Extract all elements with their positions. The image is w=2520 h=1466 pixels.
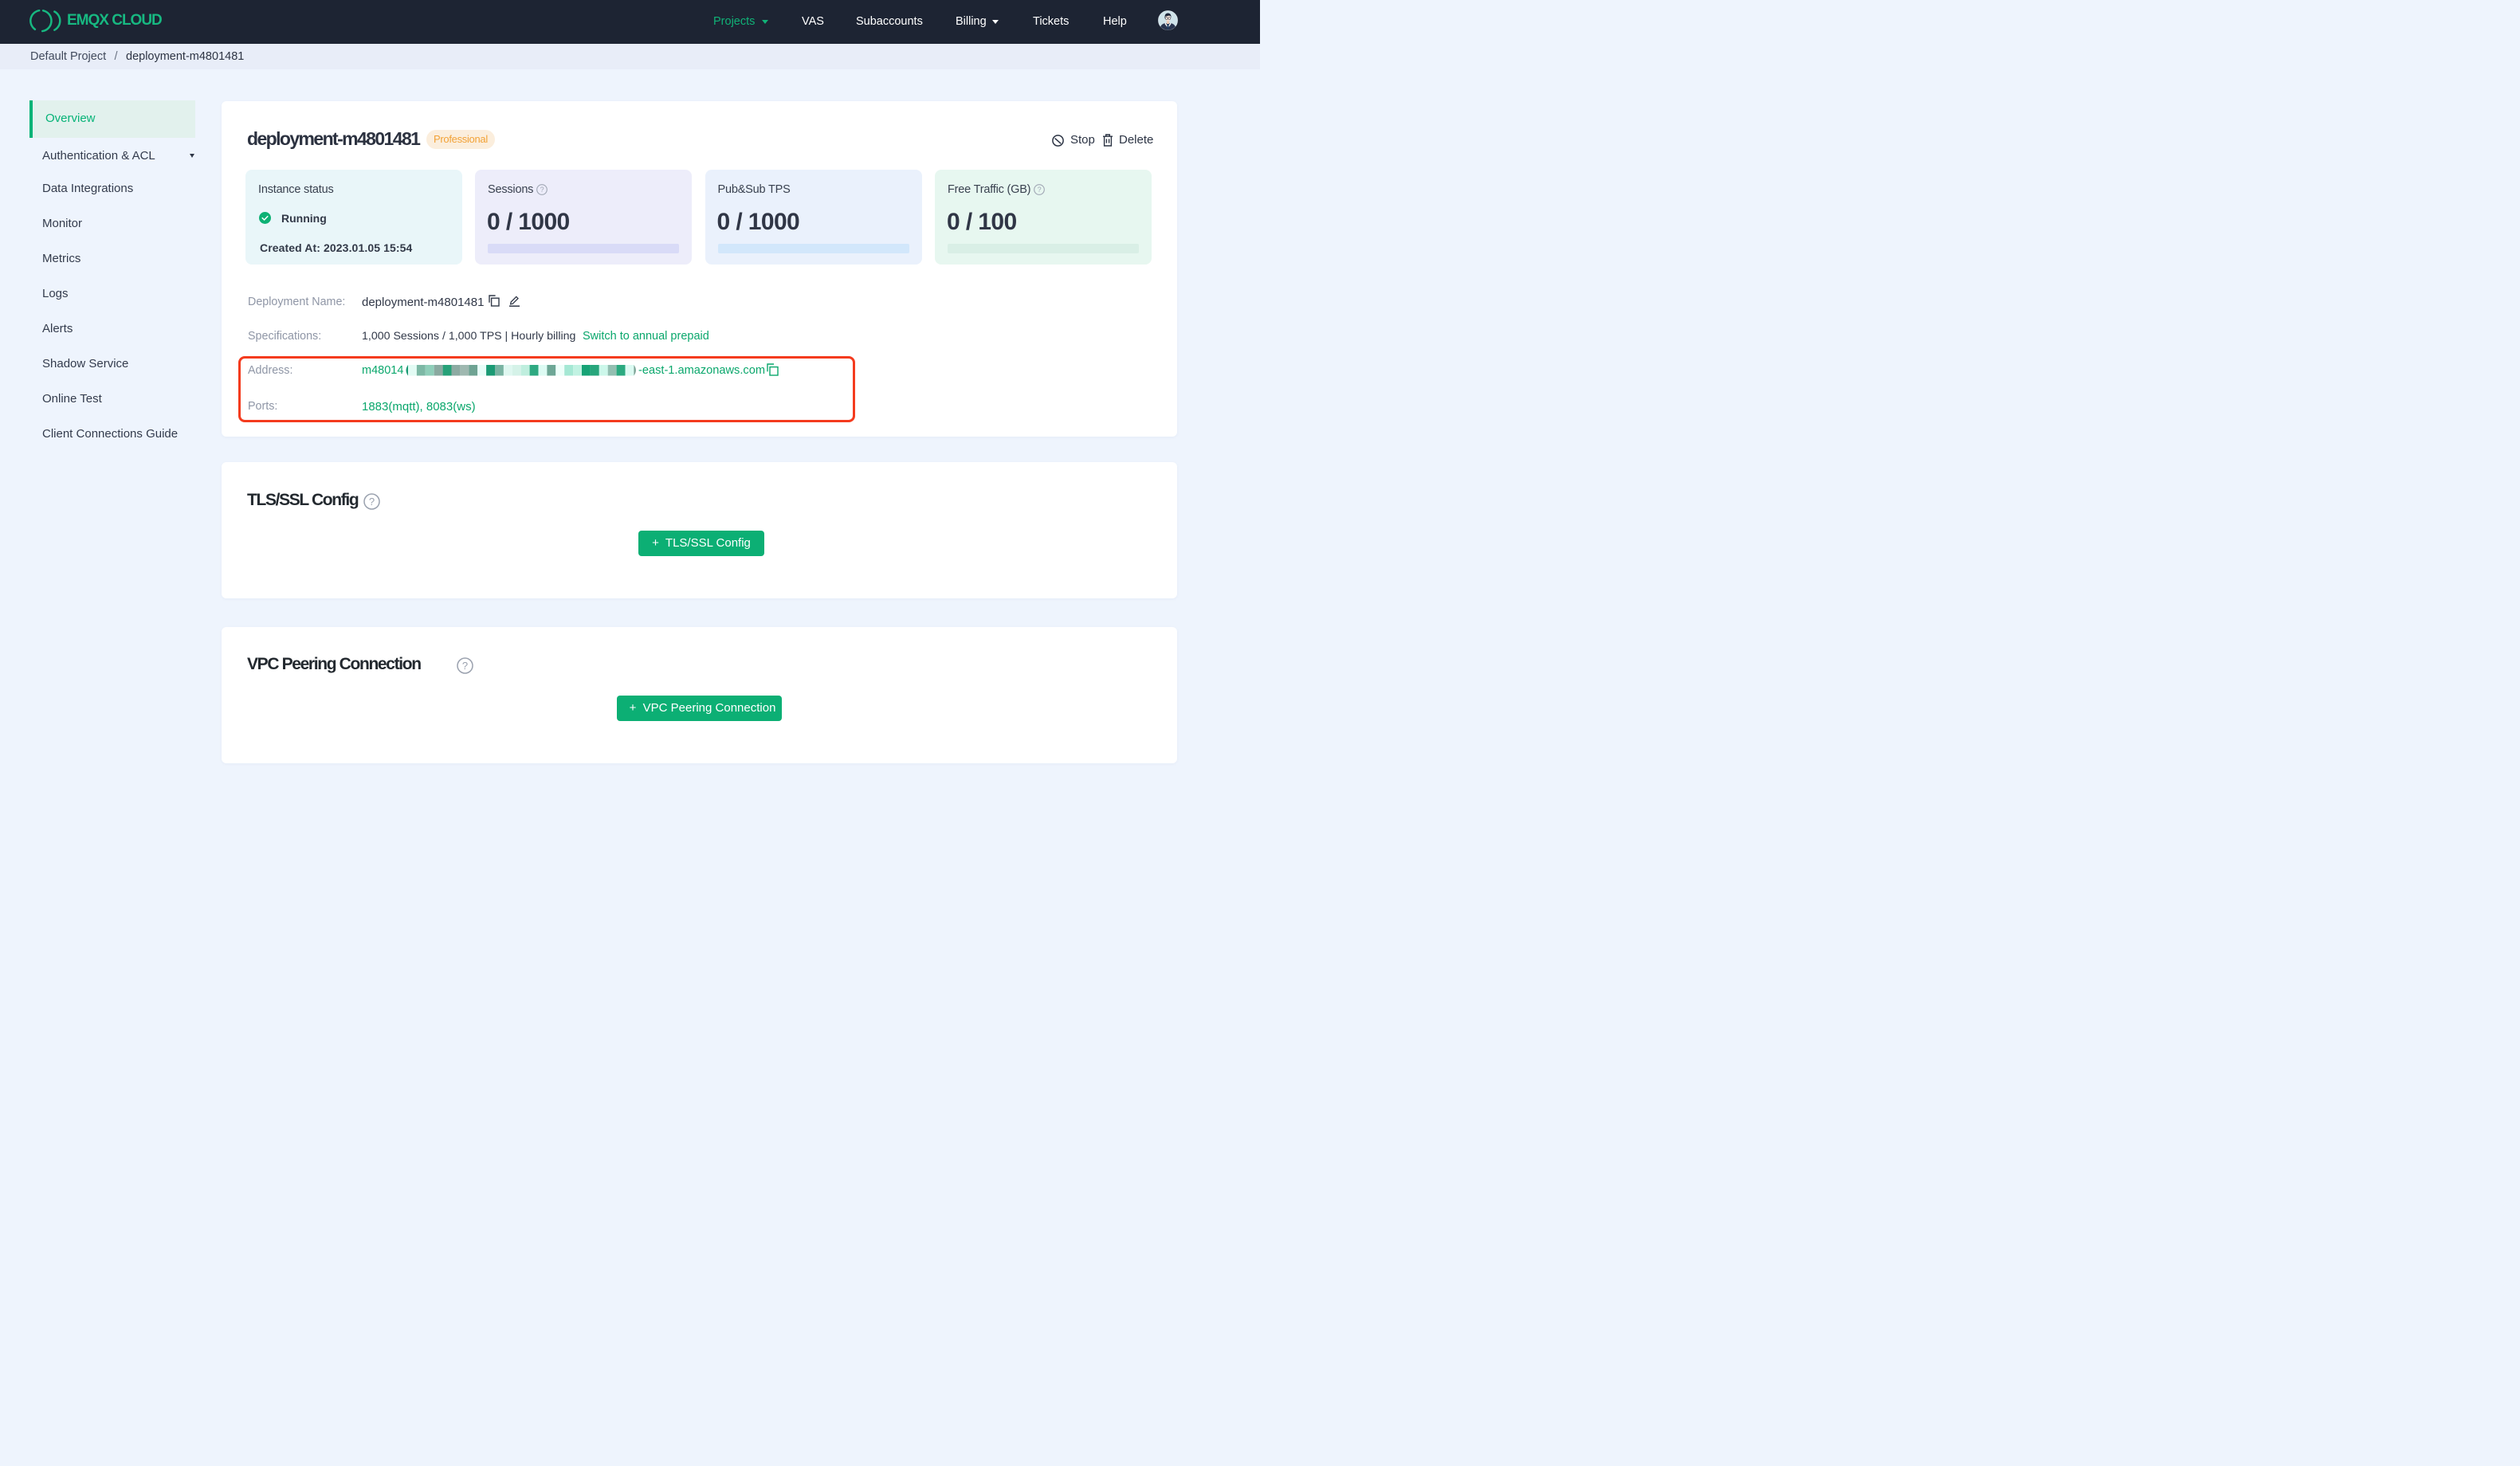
- svg-text:?: ?: [461, 660, 467, 672]
- svg-text:?: ?: [540, 186, 544, 194]
- svg-text:?: ?: [1038, 186, 1042, 194]
- svg-text:?: ?: [368, 496, 374, 508]
